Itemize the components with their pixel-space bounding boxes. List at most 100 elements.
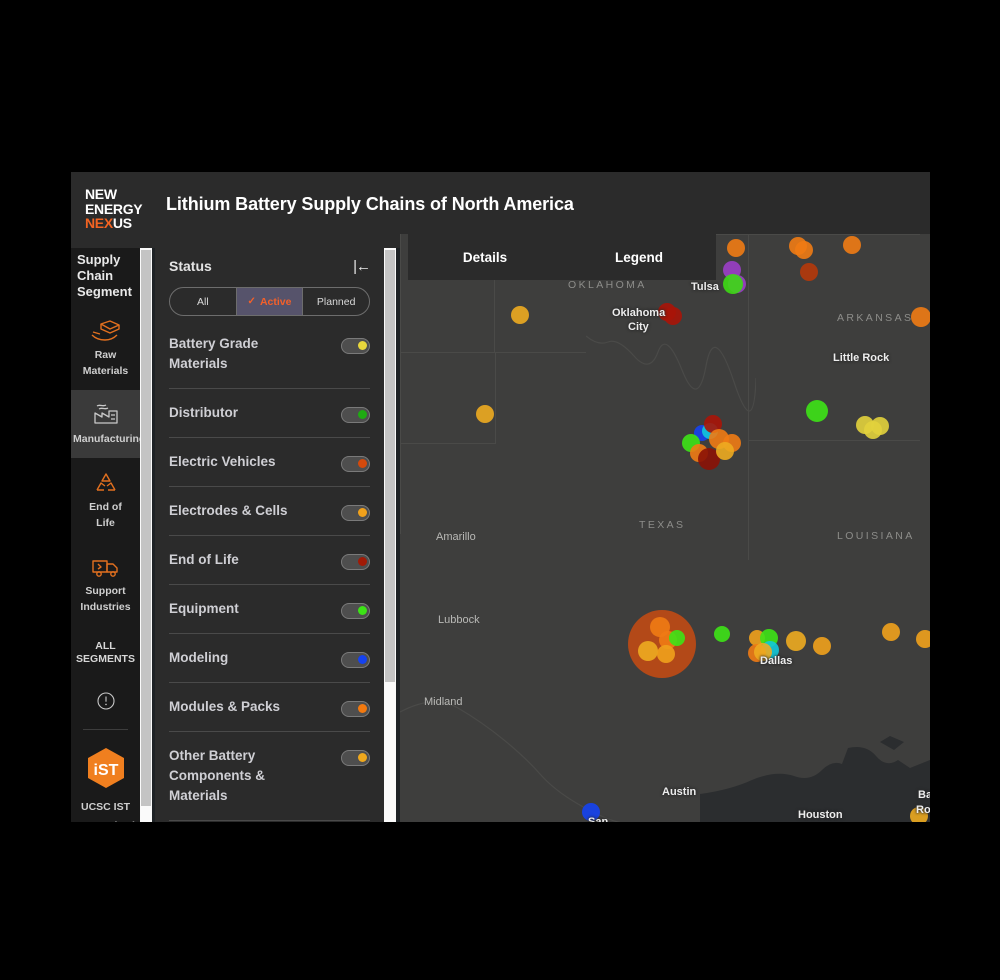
filter-panel-scrollbar[interactable] [384,248,396,822]
filter-label: Modules & Packs [169,699,281,714]
map-marker[interactable] [882,623,900,641]
filter-toggle-knob [358,655,367,664]
filter-label: Other Battery Components & Materials [169,748,265,803]
ucsc-ist-badge[interactable]: iST UCSC IST Recognized [71,730,140,822]
filter-row[interactable]: Electrodes & Cells [169,487,370,536]
status-segmented-control[interactable]: All ✓ Active Planned [169,287,370,316]
filter-toggle[interactable] [341,750,370,766]
filter-row[interactable]: Modules & Packs [169,683,370,732]
segment-sidebar: Supply Chain Segment Raw Materials Manuf… [71,248,140,822]
filter-toggle[interactable] [341,554,370,570]
logo-nex: NEX [85,215,113,231]
sidebar-scrollbar[interactable] [140,248,152,822]
status-option-planned[interactable]: Planned [302,288,369,315]
map-marker[interactable] [714,626,730,642]
sidebar-label-industries: Industries [80,601,131,613]
svg-text:iST: iST [93,762,118,779]
filter-scrollbar-thumb[interactable] [385,250,395,682]
filter-row[interactable]: Equipment [169,585,370,634]
map-marker[interactable] [911,307,930,327]
map-city-label: Rouge [916,804,930,816]
badge-label-line2: Recognized [73,820,138,822]
map-marker[interactable] [657,645,675,663]
sidebar-item-end-of-life[interactable]: End of Life [71,458,140,542]
logo-line-nexus: NEXUS [85,216,159,231]
map-marker[interactable] [786,631,806,651]
map-border-nm-east [495,352,496,444]
sidebar-label-support: Support [85,585,126,597]
map-border-ar-la [748,440,920,441]
filter-label: Modeling [169,650,229,665]
filter-label: Electric Vehicles [169,454,276,469]
sidebar-label-raw: Raw [94,349,117,361]
filter-toggle-knob [358,753,367,762]
filter-toggle[interactable] [341,338,370,354]
filter-label: Equipment [169,601,239,616]
map-city-label: Midland [424,696,463,708]
map-red-river-border [586,335,756,412]
status-label: Status [169,258,212,274]
map-marker[interactable] [800,263,818,281]
sidebar-scrollbar-thumb[interactable] [141,250,151,806]
map-marker[interactable] [638,641,658,661]
collapse-panel-icon[interactable]: |← [353,259,371,274]
map-marker[interactable] [664,307,682,325]
map-info-tabs[interactable]: Details Legend [408,234,716,280]
map-marker[interactable] [476,405,494,423]
map-marker[interactable] [843,236,861,254]
filter-row[interactable]: Electric Vehicles [169,438,370,487]
map-border-tx-la [748,440,749,560]
map-marker[interactable] [806,400,828,422]
status-option-all[interactable]: All [170,288,236,315]
filter-toggle-knob [358,606,367,615]
badge-label-line1: UCSC IST [80,801,130,813]
factory-icon [73,400,138,430]
filter-toggle[interactable] [341,407,370,423]
map-marker[interactable] [723,274,743,294]
info-button[interactable] [71,676,140,729]
filter-row[interactable]: End of Life [169,536,370,585]
map-marker[interactable] [916,630,930,648]
sidebar-item-manufacturing[interactable]: Manufacturing [71,390,140,458]
all-segments-line1: ALL [95,640,116,652]
sidebar-title: Supply Chain Segment [77,252,132,299]
tab-legend[interactable]: Legend [562,234,716,280]
filter-toggle[interactable] [341,505,370,521]
map-state-label: OKLAHOMA [568,279,647,291]
map-border-ok-tx [400,352,586,353]
map-state-label: ARKANSAS [837,312,914,324]
tab-details[interactable]: Details [408,234,562,280]
new-energy-nexus-logo[interactable]: NEW ENERGY NEXUS [85,187,159,231]
filter-label: End of Life [169,552,239,567]
map-marker[interactable] [727,239,745,257]
map-marker[interactable] [871,417,889,435]
map-marker[interactable] [669,630,685,646]
sidebar-label-manufacturing: Manufacturing [73,433,140,445]
filter-label: Distributor [169,405,238,420]
map-marker[interactable] [511,306,529,324]
sidebar-item-support-industries[interactable]: Support Industries [71,542,140,626]
sidebar-item-raw-materials[interactable]: Raw Materials [71,306,140,390]
filter-row[interactable]: Battery Grade Materials [169,316,370,389]
filter-row[interactable]: Distributor [169,389,370,438]
filter-toggle[interactable] [341,456,370,472]
sidebar-item-all-segments[interactable]: ALL SEGMENTS [71,626,140,676]
info-circle-icon [96,692,115,710]
map-border-nm-south [400,443,496,444]
map-marker[interactable] [716,442,734,460]
filter-toggle-knob [358,508,367,517]
filter-row[interactable]: Other Battery Components & Materials [169,732,370,821]
ist-hexagon-icon: iST [87,748,124,788]
filter-toggle[interactable] [341,701,370,717]
map-canvas[interactable]: Details Legend OKLAHOMA ARKANSAS TEXAS LOUI… [400,234,930,822]
filter-toggle[interactable] [341,603,370,619]
logo-line-new: NEW [85,186,117,202]
app-window: NEW ENERGY NEXUS Lithium Battery Supply … [71,172,930,822]
map-marker[interactable] [813,637,831,655]
sidebar-label-endof: End of [89,501,122,513]
map-marker[interactable] [795,241,813,259]
status-option-active[interactable]: ✓ Active [235,288,303,315]
filter-toggle[interactable] [341,652,370,668]
map-city-label: Little Rock [833,352,890,364]
filter-row[interactable]: Modeling [169,634,370,683]
